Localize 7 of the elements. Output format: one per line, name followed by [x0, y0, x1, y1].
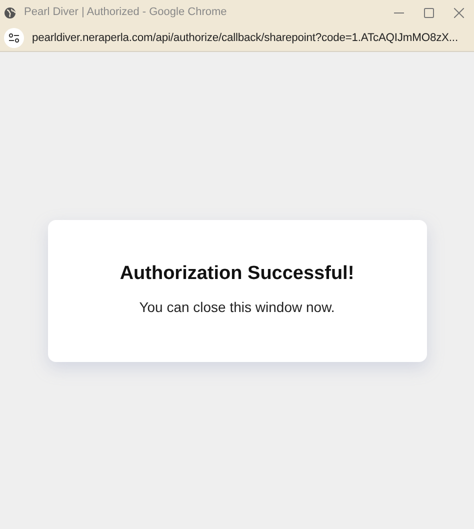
- site-settings-icon[interactable]: [4, 28, 24, 48]
- globe-icon: [4, 6, 16, 18]
- close-window-message: You can close this window now.: [139, 298, 335, 318]
- window-title: Pearl Diver | Authorized - Google Chrome: [24, 5, 227, 20]
- maximize-icon[interactable]: [424, 8, 434, 18]
- success-heading: Authorization Successful!: [120, 262, 354, 286]
- close-icon[interactable]: [454, 8, 464, 18]
